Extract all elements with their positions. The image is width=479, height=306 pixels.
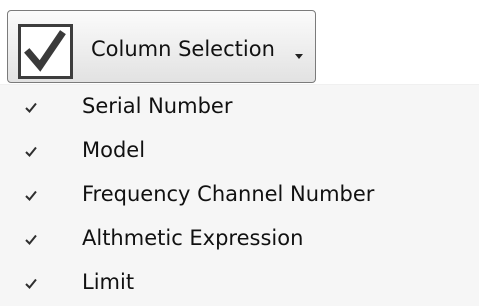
chevron-down-icon xyxy=(295,54,303,59)
menu-item-label: Althmetic Expression xyxy=(82,226,304,250)
checkmark-icon xyxy=(25,234,37,245)
menu-item-frequency-channel-number[interactable]: Frequency Channel Number xyxy=(0,173,479,217)
column-selection-menu: Serial Number Model Frequency Channel Nu… xyxy=(0,84,479,306)
menu-item-label: Model xyxy=(82,138,146,162)
menu-item-label: Limit xyxy=(82,270,135,294)
checkmark-icon xyxy=(24,30,66,72)
menu-item-serial-number[interactable]: Serial Number xyxy=(0,85,479,129)
checkmark-icon xyxy=(25,102,37,113)
menu-item-limit[interactable]: Limit xyxy=(0,261,479,305)
menu-item-label: Serial Number xyxy=(82,94,233,118)
menu-item-label: Frequency Channel Number xyxy=(82,182,375,206)
column-selection-label: Column Selection xyxy=(91,37,275,61)
menu-item-model[interactable]: Model xyxy=(0,129,479,173)
checkmark-icon xyxy=(25,190,37,201)
checkmark-icon xyxy=(25,146,37,157)
column-selection-button[interactable]: Column Selection xyxy=(7,10,316,83)
menu-item-althmetic-expression[interactable]: Althmetic Expression xyxy=(0,217,479,261)
checkmark-icon xyxy=(25,278,37,289)
checkbox-icon[interactable] xyxy=(18,24,73,79)
